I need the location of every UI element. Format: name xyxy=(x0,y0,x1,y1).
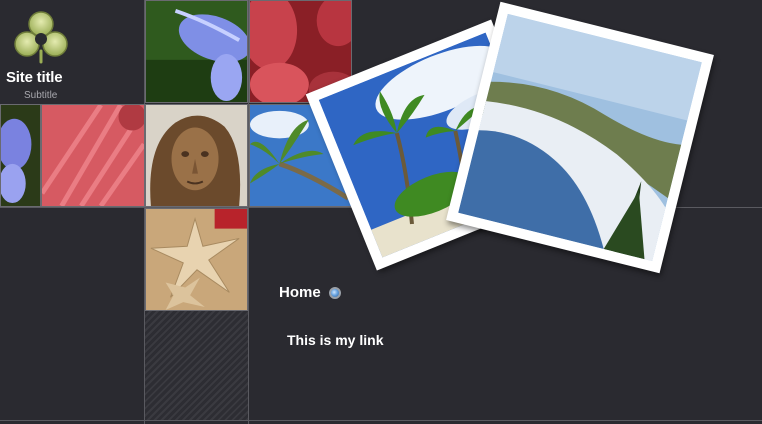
content-link[interactable]: This is my link xyxy=(287,332,383,348)
photo-tile-bronze-statue xyxy=(145,104,248,207)
nav-home-label: Home xyxy=(279,284,321,301)
clover-logo-icon[interactable] xyxy=(10,8,72,64)
nav-item-home[interactable]: Home xyxy=(279,284,341,301)
photo-tile-starfish xyxy=(145,208,248,311)
site-subtitle: Subtitle xyxy=(24,90,58,101)
hatched-panel xyxy=(145,311,248,420)
site-title[interactable]: Site title xyxy=(6,69,63,86)
photo-tile-blue-flower xyxy=(145,0,248,103)
grid-divider-4 xyxy=(0,420,762,421)
photo-tile-blue-flower-small xyxy=(0,104,41,207)
photo-tile-pink-gerbera xyxy=(41,104,145,207)
radio-dot-icon xyxy=(328,286,341,299)
